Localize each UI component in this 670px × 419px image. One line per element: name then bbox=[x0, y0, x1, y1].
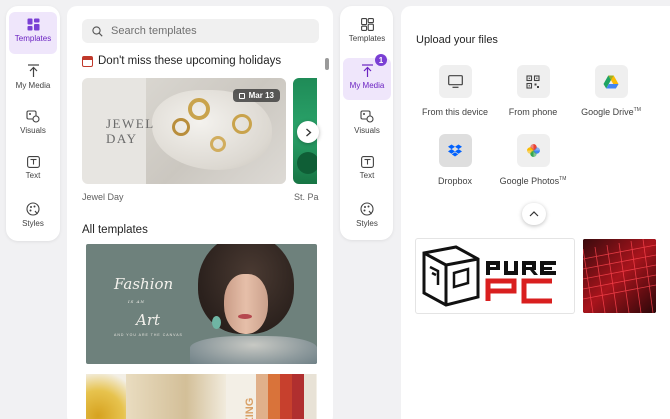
rail-item-label: Visuals bbox=[20, 126, 46, 135]
source-tile bbox=[516, 65, 550, 98]
model-face bbox=[224, 274, 268, 334]
media-thumbnail-keyboard[interactable] bbox=[583, 239, 656, 313]
rail-item-styles[interactable]: Styles bbox=[343, 196, 391, 238]
upload-icon bbox=[361, 64, 373, 77]
mid-nav-rail: Templates 1 My Media Visuals Text Styles bbox=[340, 6, 393, 240]
rail-item-visuals[interactable]: Visuals bbox=[9, 104, 57, 146]
upload-from-device-button[interactable]: From this device bbox=[415, 65, 495, 117]
search-box[interactable] bbox=[82, 19, 319, 43]
rail-item-label: Styles bbox=[356, 219, 378, 228]
card-title: JEWEL DAY bbox=[106, 116, 155, 146]
template-card-zing[interactable]: ZING bbox=[86, 374, 317, 419]
source-label: Dropbox bbox=[437, 176, 473, 186]
card-tagline: AND YOU ARE THE CANVAS bbox=[114, 333, 183, 337]
visuals-icon bbox=[26, 110, 40, 123]
upload-icon bbox=[27, 64, 39, 77]
templates-icon bbox=[27, 18, 39, 31]
rail-item-text[interactable]: Text bbox=[9, 150, 57, 192]
ring-image bbox=[210, 136, 226, 152]
rail-item-templates[interactable]: Templates bbox=[343, 12, 391, 54]
color-stripe bbox=[268, 374, 280, 419]
color-stripe bbox=[280, 374, 292, 419]
source-label: From this device bbox=[421, 107, 489, 117]
scrollbar-thumb[interactable] bbox=[325, 58, 329, 70]
template-card-jewel-day[interactable]: JEWEL DAY Mar 13 bbox=[82, 78, 286, 184]
card-title: Fashion IS AN Art bbox=[114, 275, 174, 329]
google-photos-icon bbox=[526, 144, 540, 157]
source-label: Google PhotosTM bbox=[499, 176, 567, 186]
upload-google-photos-button[interactable]: Google PhotosTM bbox=[493, 134, 573, 186]
template-caption: Jewel Day bbox=[82, 192, 124, 202]
collapse-sources-button[interactable] bbox=[522, 203, 546, 225]
visuals-icon bbox=[360, 110, 374, 123]
rail-item-label: Templates bbox=[348, 34, 386, 43]
upload-title: Upload your files bbox=[416, 34, 498, 46]
source-tile bbox=[438, 65, 472, 98]
rail-item-label: Visuals bbox=[354, 126, 380, 135]
chevron-up-icon bbox=[529, 211, 539, 217]
calendar-icon bbox=[238, 92, 245, 99]
rail-item-label: Styles bbox=[22, 219, 44, 228]
source-tile bbox=[516, 134, 550, 167]
ring-image bbox=[172, 118, 190, 136]
rail-item-label: Templates bbox=[14, 34, 52, 43]
monitor-icon bbox=[447, 75, 463, 88]
all-templates-heading: All templates bbox=[82, 224, 148, 236]
holidays-heading-text: Don't miss these upcoming holidays bbox=[98, 55, 282, 67]
rail-item-my-media[interactable]: My Media bbox=[9, 58, 57, 100]
color-stripe bbox=[304, 374, 316, 419]
earring bbox=[212, 316, 221, 329]
template-card-fashion[interactable]: Fashion IS AN Art AND YOU ARE THE CANVAS bbox=[86, 244, 317, 364]
styles-icon bbox=[360, 202, 374, 216]
rail-item-label: Text bbox=[25, 171, 41, 180]
rail-item-text[interactable]: Text bbox=[343, 150, 391, 192]
qr-code-icon bbox=[526, 74, 540, 89]
left-nav-rail: Templates My Media Visuals Text Styles bbox=[6, 6, 60, 241]
text-icon bbox=[360, 156, 374, 168]
templates-icon bbox=[360, 18, 374, 31]
rail-item-templates[interactable]: Templates bbox=[9, 12, 57, 54]
date-badge: Mar 13 bbox=[232, 89, 280, 102]
rail-item-visuals[interactable]: Visuals bbox=[343, 104, 391, 146]
rail-item-label: My Media bbox=[349, 81, 385, 90]
search-input[interactable] bbox=[111, 25, 311, 37]
card-title: ZING bbox=[244, 397, 256, 419]
upload-google-drive-button[interactable]: Google DriveTM bbox=[571, 65, 651, 117]
carousel-next-button[interactable] bbox=[297, 121, 319, 143]
ring-image bbox=[188, 98, 210, 120]
text-icon bbox=[26, 156, 40, 168]
dropbox-icon bbox=[448, 144, 462, 157]
color-stripe bbox=[256, 374, 268, 419]
card-decor bbox=[126, 374, 226, 419]
upload-panel: Upload your files From this device From … bbox=[401, 6, 670, 419]
rail-item-label: My Media bbox=[15, 81, 51, 90]
styles-icon bbox=[26, 202, 40, 216]
ring-image bbox=[232, 114, 252, 134]
source-label: Google DriveTM bbox=[581, 107, 641, 117]
model-lips bbox=[238, 314, 252, 319]
calendar-icon bbox=[82, 55, 93, 67]
holidays-heading: Don't miss these upcoming holidays bbox=[82, 55, 281, 67]
source-tile bbox=[594, 65, 628, 98]
chevron-right-icon bbox=[305, 128, 311, 136]
upload-from-phone-button[interactable]: From phone bbox=[493, 65, 573, 117]
fur-collar bbox=[190, 336, 317, 364]
source-tile bbox=[438, 134, 472, 167]
search-icon bbox=[92, 25, 103, 37]
keyboard-photo bbox=[583, 239, 656, 313]
purepc-logo bbox=[422, 245, 556, 307]
google-drive-icon bbox=[603, 75, 619, 88]
rail-item-styles[interactable]: Styles bbox=[9, 196, 57, 238]
source-label: From phone bbox=[508, 107, 558, 117]
templates-panel: Don't miss these upcoming holidays JEWEL… bbox=[67, 6, 333, 419]
upload-dropbox-button[interactable]: Dropbox bbox=[415, 134, 495, 186]
template-caption: St. Pa bbox=[294, 192, 319, 202]
rail-item-label: Text bbox=[359, 171, 375, 180]
media-thumbnail-purepc[interactable] bbox=[416, 239, 574, 313]
notification-badge: 1 bbox=[375, 54, 387, 66]
rail-item-my-media[interactable]: 1 My Media bbox=[343, 54, 391, 100]
color-stripe bbox=[292, 374, 304, 419]
